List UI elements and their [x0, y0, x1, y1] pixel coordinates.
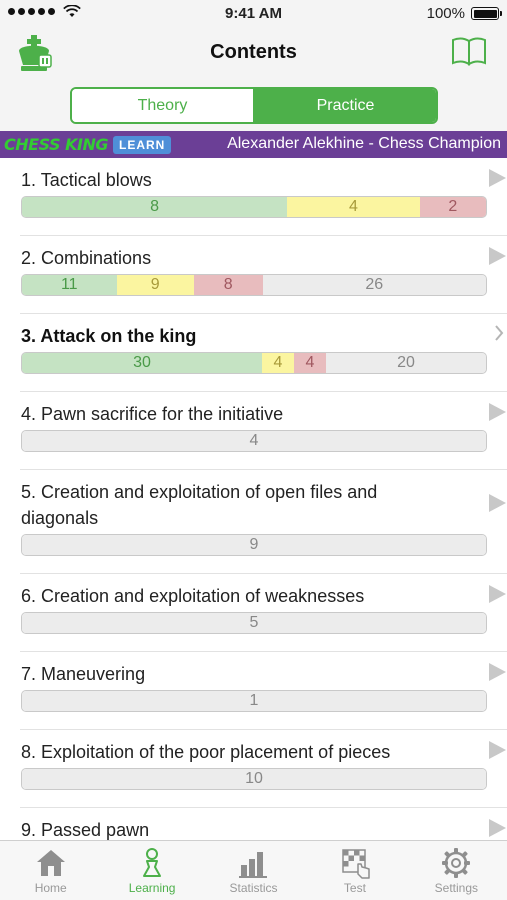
progress-bar: 11 9 8 26 — [21, 274, 487, 296]
progress-bar: 1 — [21, 690, 487, 712]
gear-icon — [442, 848, 471, 878]
chapter-row[interactable]: 8. Exploitation of the poor placement of… — [20, 730, 507, 808]
segment-practice[interactable]: Practice — [255, 89, 436, 122]
play-icon[interactable] — [489, 169, 506, 187]
chapter-row[interactable]: 9. Passed pawn — [20, 808, 507, 840]
chapter-title: 6. Creation and exploitation of weakness… — [21, 586, 365, 606]
chapter-title: 5. Creation and exploitation of open fil… — [21, 482, 378, 528]
segment-theory[interactable]: Theory — [72, 89, 255, 122]
progress-bar: 10 — [21, 768, 487, 790]
battery-indicator: 100% — [426, 5, 502, 22]
chapter-row[interactable]: 6. Creation and exploitation of weakness… — [20, 574, 507, 652]
chapter-row[interactable]: 2. Combinations 11 9 8 26 — [20, 236, 507, 314]
progress-bar: 5 — [21, 612, 487, 634]
chapter-title: 8. Exploitation of the poor placement of… — [21, 742, 391, 762]
progress-failed: 4 — [294, 353, 326, 373]
tab-statistics[interactable]: Statistics — [203, 841, 304, 900]
brand-logo-text: CHESS KING — [4, 135, 108, 154]
chapter-row[interactable]: 7. Maneuvering 1 — [20, 652, 507, 730]
progress-bar: 8 4 2 — [21, 196, 487, 218]
brand-learn-badge: LEARN — [112, 135, 172, 154]
progress-remaining: 1 — [22, 691, 486, 711]
progress-remaining: 26 — [262, 275, 486, 295]
play-icon[interactable] — [489, 741, 506, 759]
tab-home-label: Home — [34, 881, 67, 895]
tab-learning-label: Learning — [128, 881, 176, 895]
progress-solved: 30 — [22, 353, 262, 373]
tab-settings[interactable]: Settings — [406, 841, 507, 900]
chapter-row[interactable]: 1. Tactical blows 8 4 2 — [20, 158, 507, 236]
chessboard-hand-icon — [342, 849, 370, 879]
progress-remaining: 9 — [22, 535, 486, 555]
play-icon[interactable] — [489, 585, 506, 603]
book-icon[interactable] — [451, 36, 487, 66]
chapter-row[interactable]: 5. Creation and exploitation of open fil… — [20, 470, 507, 574]
progress-partial: 9 — [116, 275, 194, 295]
progress-remaining: 20 — [326, 353, 486, 373]
chapter-title: 2. Combinations — [21, 248, 152, 268]
progress-partial: 4 — [287, 197, 420, 217]
chapter-list: 1. Tactical blows 8 4 2 2. Combinations … — [0, 158, 507, 840]
progress-remaining: 10 — [22, 769, 486, 789]
chapter-title: 9. Passed pawn — [21, 820, 150, 840]
status-bar: 9:41 AM 100% — [0, 0, 507, 28]
play-icon[interactable] — [489, 247, 506, 265]
course-title: Alexander Alekhine - Chess Champion — [227, 135, 501, 152]
progress-failed: 8 — [193, 275, 263, 295]
chevron-right-icon[interactable] — [494, 324, 504, 342]
chapter-title: 7. Maneuvering — [21, 664, 146, 684]
tab-home[interactable]: Home — [0, 841, 101, 900]
battery-percent: 100% — [426, 5, 465, 22]
progress-solved: 11 — [22, 275, 117, 295]
progress-bar: 9 — [21, 534, 487, 556]
pawn-icon — [143, 848, 162, 877]
theory-practice-segmented-control: Theory Practice — [70, 87, 438, 124]
chapter-row-active[interactable]: 3. Attack on the king 30 4 4 20 — [20, 314, 507, 392]
chapter-row[interactable]: 4. Pawn sacrifice for the initiative 4 — [20, 392, 507, 470]
play-icon[interactable] — [489, 663, 506, 681]
progress-failed: 2 — [419, 197, 486, 217]
play-icon[interactable] — [489, 403, 506, 421]
progress-partial: 4 — [262, 353, 294, 373]
navigation-bar: Contents Theory Practice — [0, 28, 507, 131]
play-icon[interactable] — [489, 494, 506, 512]
home-icon — [36, 850, 65, 876]
tab-test[interactable]: Test — [304, 841, 405, 900]
course-banner[interactable]: CHESS KING LEARN Alexander Alekhine - Ch… — [0, 131, 507, 158]
progress-bar: 30 4 4 20 — [21, 352, 487, 374]
tab-test-label: Test — [343, 881, 366, 895]
progress-solved: 8 — [22, 197, 288, 217]
tab-learning[interactable]: Learning — [101, 841, 202, 900]
play-icon[interactable] — [489, 819, 506, 837]
progress-bar: 4 — [21, 430, 487, 452]
chapter-title: 4. Pawn sacrifice for the initiative — [21, 404, 284, 424]
battery-icon — [471, 7, 502, 20]
tab-statistics-label: Statistics — [229, 881, 278, 895]
chapter-title: 1. Tactical blows — [21, 170, 152, 190]
progress-remaining: 4 — [22, 431, 486, 451]
tab-bar: Home Learning Statistics Test Settings — [0, 840, 507, 900]
progress-remaining: 5 — [22, 613, 486, 633]
chapter-title: 3. Attack on the king — [21, 326, 197, 346]
bar-chart-icon — [238, 852, 267, 878]
page-title: Contents — [210, 41, 297, 63]
tab-settings-label: Settings — [434, 881, 478, 895]
